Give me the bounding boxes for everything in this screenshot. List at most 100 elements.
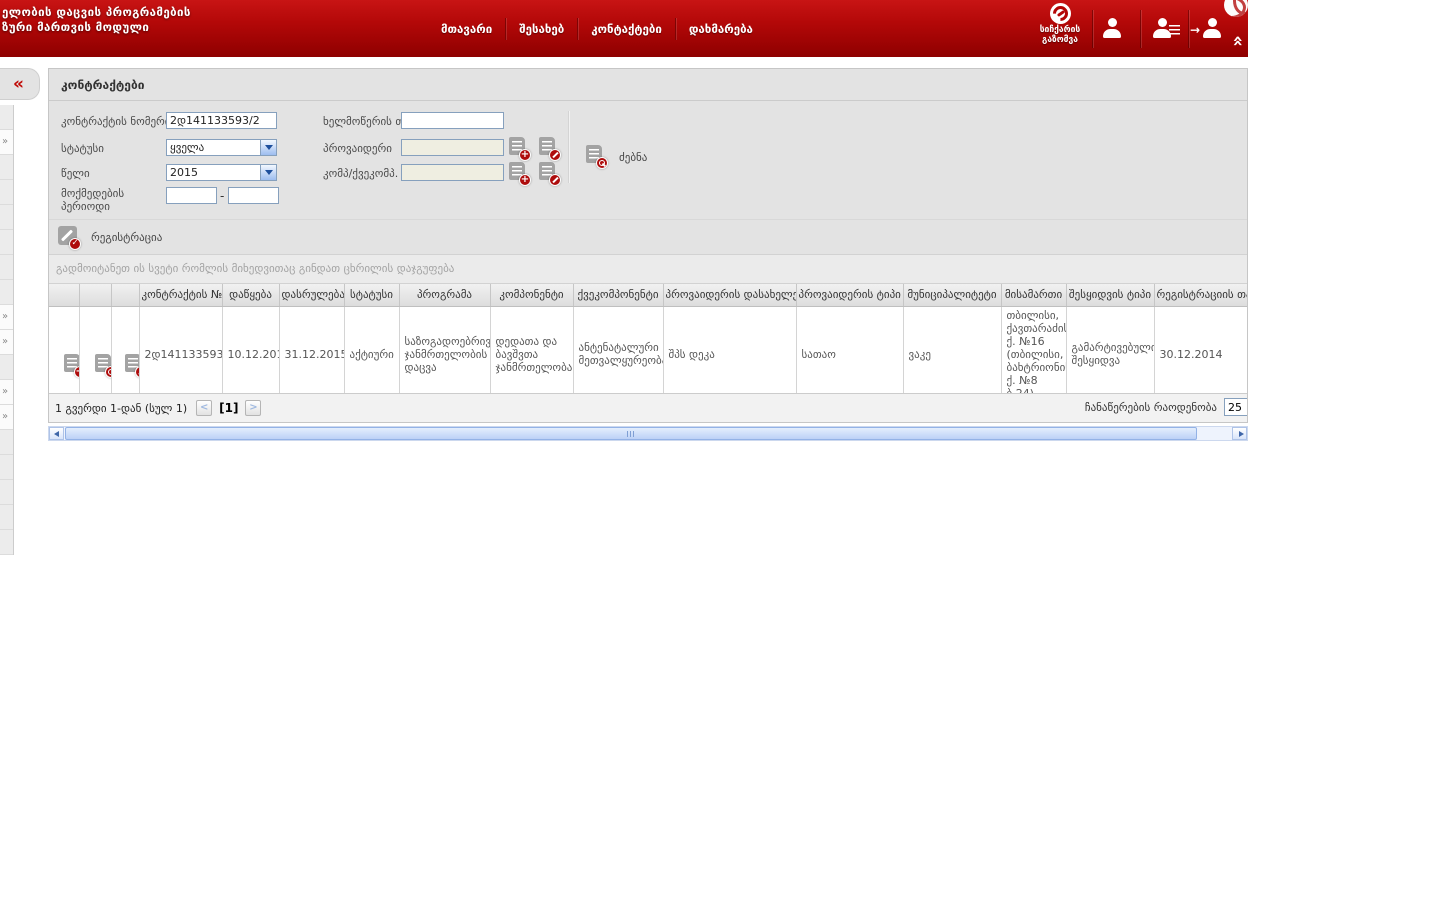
nav-item-help[interactable]: დახმარება [674, 17, 766, 40]
column-header-subcomponent[interactable]: ქვეკომპონენტი [573, 284, 664, 307]
cell-contract-number: 2დ141133593/2 [139, 306, 223, 393]
edit-badge-icon [135, 366, 138, 378]
main-nav: მთავარი შესახებ კონტაქტები დახმარება [428, 0, 766, 57]
chevron-double-up-icon: » [1226, 35, 1248, 47]
collapse-header-button[interactable]: » [1226, 30, 1248, 54]
clear-badge-icon [549, 174, 561, 186]
year-selected-value: 2015 [170, 166, 198, 179]
nav-item-home[interactable]: მთავარი [428, 18, 505, 40]
provider-select-button[interactable] [509, 137, 533, 161]
dropdown-arrow-icon[interactable] [260, 140, 276, 155]
sidebar-collapsed-item[interactable] [0, 280, 13, 305]
chevron-double-left-icon: « [13, 74, 24, 94]
row-cell-add [49, 306, 80, 393]
sidebar-collapsed-item[interactable] [0, 155, 13, 180]
year-select[interactable]: 2015 [166, 164, 277, 181]
header-separator [1092, 10, 1093, 48]
check-badge-icon [69, 238, 81, 250]
logout-button[interactable]: → [1190, 17, 1230, 39]
add-badge-icon [519, 174, 531, 186]
sidebar-collapsed-item[interactable] [0, 480, 13, 505]
nav-item-contacts[interactable]: კონტაქტები [577, 17, 675, 40]
sidebar-collapsed-item[interactable] [0, 105, 13, 130]
dropdown-arrow-icon[interactable] [260, 165, 276, 180]
cell-procurement-type: გამარტივებული შესყიდვა [1066, 306, 1155, 393]
sidebar-collapsed-item[interactable] [0, 255, 13, 280]
cell-start-date: 10.12.2014 [222, 306, 280, 393]
sidebar-collapsed-item[interactable] [0, 430, 13, 455]
toolbar: რეგისტრაცია [49, 219, 1247, 254]
column-header-add [49, 284, 80, 307]
screen: ელობის დაცვის პროგრამების ზური მართვის მ… [0, 0, 1440, 900]
period-to-input[interactable] [228, 187, 279, 204]
list-lines-icon [1169, 25, 1180, 36]
user-details-button[interactable] [1146, 17, 1180, 39]
column-header-start[interactable]: დაწყება [222, 284, 280, 307]
column-header-address[interactable]: მისამართი [1001, 284, 1067, 307]
column-header-contract-number[interactable]: კონტრაქტის № [139, 284, 223, 307]
globe-icon[interactable] [1224, 0, 1248, 17]
prev-page-button[interactable]: < [196, 400, 213, 416]
contract-number-input[interactable] [166, 112, 277, 129]
component-select-button[interactable] [509, 162, 533, 186]
component-clear-button[interactable] [539, 162, 563, 186]
column-header-municipality[interactable]: მუნიციპალიტეტი [903, 284, 1002, 307]
sidebar-collapsed-item[interactable] [0, 205, 13, 230]
sidebar-collapsed-item[interactable]: » [0, 330, 13, 355]
sidebar-collapsed-item[interactable] [0, 180, 13, 205]
view-badge-icon [105, 366, 110, 378]
column-header-end[interactable]: დასრულება [279, 284, 345, 307]
status-label: სტატუსი [61, 142, 104, 155]
sidebar-collapsed-item[interactable] [0, 530, 13, 555]
period-from-input[interactable] [166, 187, 217, 204]
column-header-edit [111, 284, 140, 307]
app-title: ელობის დაცვის პროგრამების ზური მართვის მ… [2, 5, 191, 35]
sidebar-collapsed-item[interactable]: » [0, 380, 13, 405]
status-select[interactable]: ყველა [166, 139, 277, 156]
sidebar-collapsed-item[interactable] [0, 230, 13, 255]
scroll-right-button[interactable] [1232, 427, 1247, 440]
next-page-button[interactable]: > [245, 400, 262, 416]
scroll-left-button[interactable] [49, 427, 64, 440]
contracts-grid: კონტრაქტის № დაწყება დასრულება სტატუსი პ… [49, 284, 1247, 393]
sidebar-collapsed-item[interactable] [0, 505, 13, 530]
registration-button[interactable]: რეგისტრაცია [58, 226, 162, 250]
header-separator [1140, 10, 1141, 48]
table-header-row: კონტრაქტის № დაწყება დასრულება სტატუსი პ… [49, 284, 1247, 307]
sidebar-collapsed-item[interactable]: » [0, 130, 13, 155]
period-label: მოქმედების პერიოდი [61, 187, 125, 213]
column-header-program[interactable]: პროგრამა [399, 284, 491, 307]
records-per-page: ჩანაწერების რაოდენობა [1085, 398, 1247, 416]
column-header-status[interactable]: სტატუსი [344, 284, 400, 307]
records-count-input[interactable] [1224, 398, 1247, 416]
scrollbar-thumb[interactable] [65, 427, 1197, 440]
page-title: კონტრაქტები [49, 69, 1247, 101]
contracts-panel: კონტრაქტები კონტრაქტის ნომერი ხელმოწერის… [48, 68, 1248, 423]
column-header-registration-date[interactable]: რეგისტრაციის თარიღი [1154, 284, 1247, 307]
speed-test-button[interactable]: სიჩქარის გაზომვა [1033, 2, 1087, 45]
app-header: ელობის დაცვის პროგრამების ზური მართვის მ… [0, 0, 1248, 57]
pagination-controls: 1 გვერდი 1-დან (სულ 1) < [1] > [55, 400, 262, 416]
signature-date-input[interactable] [401, 112, 504, 129]
user-profile-button[interactable] [1096, 17, 1130, 39]
column-header-procurement-type[interactable]: შესყიდვის ტიპი [1066, 284, 1155, 307]
collapse-sidebar-button[interactable]: « [0, 68, 40, 100]
table-row: 2დ141133593/2 10.12.2014 31.12.2015 აქტი… [49, 306, 1247, 393]
header-separator [1188, 10, 1189, 48]
sidebar-collapsed-item[interactable] [0, 355, 13, 380]
search-button[interactable]: ძებნა [586, 145, 647, 169]
column-header-provider-name[interactable]: პროვაიდერის დასახელება [663, 284, 797, 307]
sidebar-collapsed-item[interactable] [0, 455, 13, 480]
horizontal-scrollbar[interactable] [48, 426, 1248, 441]
provider-clear-button[interactable] [539, 137, 563, 161]
column-header-provider-type[interactable]: პროვაიდერის ტიპი [796, 284, 904, 307]
nav-item-about[interactable]: შესახებ [505, 17, 577, 40]
speed-test-label-line2: გაზომვა [1042, 35, 1078, 45]
add-badge-icon [519, 149, 531, 161]
current-page[interactable]: [1] [217, 401, 240, 415]
cell-provider-name: შპს დეკა [663, 306, 797, 393]
sidebar-collapsed-item[interactable]: » [0, 305, 13, 330]
column-header-component[interactable]: კომპონენტი [490, 284, 574, 307]
search-button-label: ძებნა [619, 150, 648, 164]
sidebar-collapsed-item[interactable]: » [0, 405, 13, 430]
